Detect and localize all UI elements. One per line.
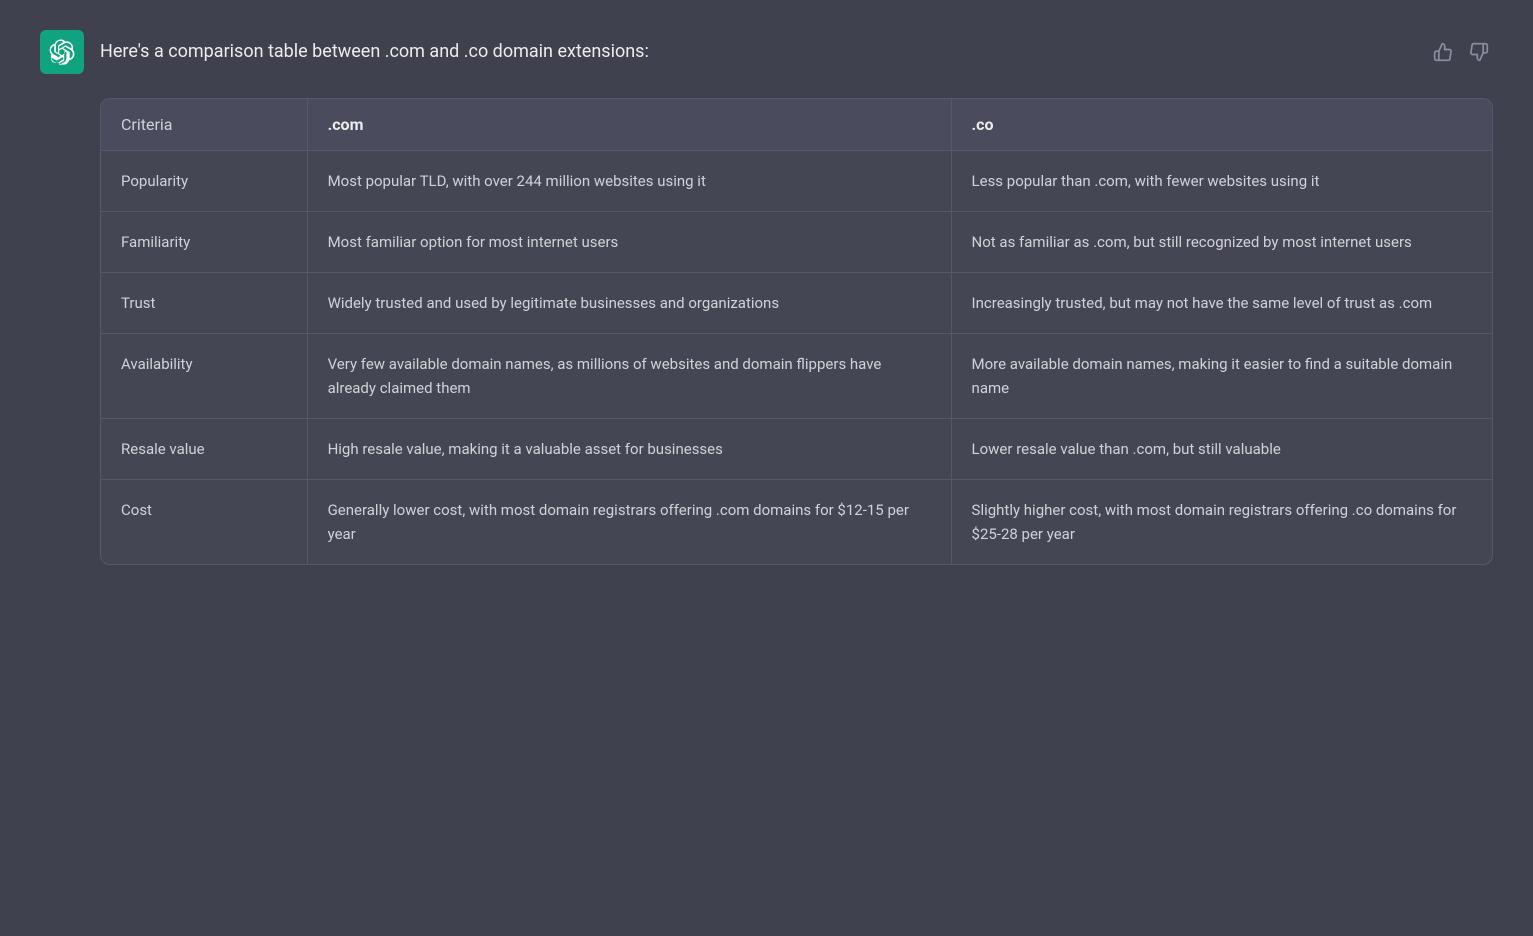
cell-co-0: Less popular than .com, with fewer websi…	[951, 151, 1492, 212]
message-left: Here's a comparison table between .com a…	[40, 30, 649, 74]
thumbs-down-button[interactable]	[1465, 38, 1493, 66]
cell-criteria-2: Trust	[101, 273, 307, 334]
thumbs-up-button[interactable]	[1429, 38, 1457, 66]
comparison-table-container: Criteria .com .co PopularityMost popular…	[100, 98, 1493, 565]
table-row: AvailabilityVery few available domain na…	[101, 334, 1492, 419]
cell-com-1: Most familiar option for most internet u…	[307, 212, 951, 273]
cell-co-3: More available domain names, making it e…	[951, 334, 1492, 419]
feedback-buttons	[1429, 30, 1493, 66]
cell-com-4: High resale value, making it a valuable …	[307, 419, 951, 480]
table-header-row: Criteria .com .co	[101, 99, 1492, 151]
table-row: PopularityMost popular TLD, with over 24…	[101, 151, 1492, 212]
comparison-table: Criteria .com .co PopularityMost popular…	[101, 99, 1492, 564]
thumbs-down-icon	[1469, 42, 1489, 62]
table-row: FamiliarityMost familiar option for most…	[101, 212, 1492, 273]
cell-co-5: Slightly higher cost, with most domain r…	[951, 480, 1492, 565]
cell-com-2: Widely trusted and used by legitimate bu…	[307, 273, 951, 334]
cell-criteria-1: Familiarity	[101, 212, 307, 273]
table-row: Resale valueHigh resale value, making it…	[101, 419, 1492, 480]
cell-co-2: Increasingly trusted, but may not have t…	[951, 273, 1492, 334]
cell-co-4: Lower resale value than .com, but still …	[951, 419, 1492, 480]
column-header-criteria: Criteria	[101, 99, 307, 151]
message-title: Here's a comparison table between .com a…	[100, 30, 649, 65]
cell-com-0: Most popular TLD, with over 244 million …	[307, 151, 951, 212]
column-header-co: .co	[951, 99, 1492, 151]
cell-com-5: Generally lower cost, with most domain r…	[307, 480, 951, 565]
cell-co-1: Not as familiar as .com, but still recog…	[951, 212, 1492, 273]
chatgpt-logo-icon	[49, 39, 75, 65]
cell-criteria-5: Cost	[101, 480, 307, 565]
message-header: Here's a comparison table between .com a…	[40, 20, 1493, 74]
cell-criteria-0: Popularity	[101, 151, 307, 212]
thumbs-up-icon	[1433, 42, 1453, 62]
cell-com-3: Very few available domain names, as mill…	[307, 334, 951, 419]
column-header-com: .com	[307, 99, 951, 151]
chatgpt-logo	[40, 30, 84, 74]
table-row: CostGenerally lower cost, with most doma…	[101, 480, 1492, 565]
cell-criteria-4: Resale value	[101, 419, 307, 480]
cell-criteria-3: Availability	[101, 334, 307, 419]
table-row: TrustWidely trusted and used by legitima…	[101, 273, 1492, 334]
